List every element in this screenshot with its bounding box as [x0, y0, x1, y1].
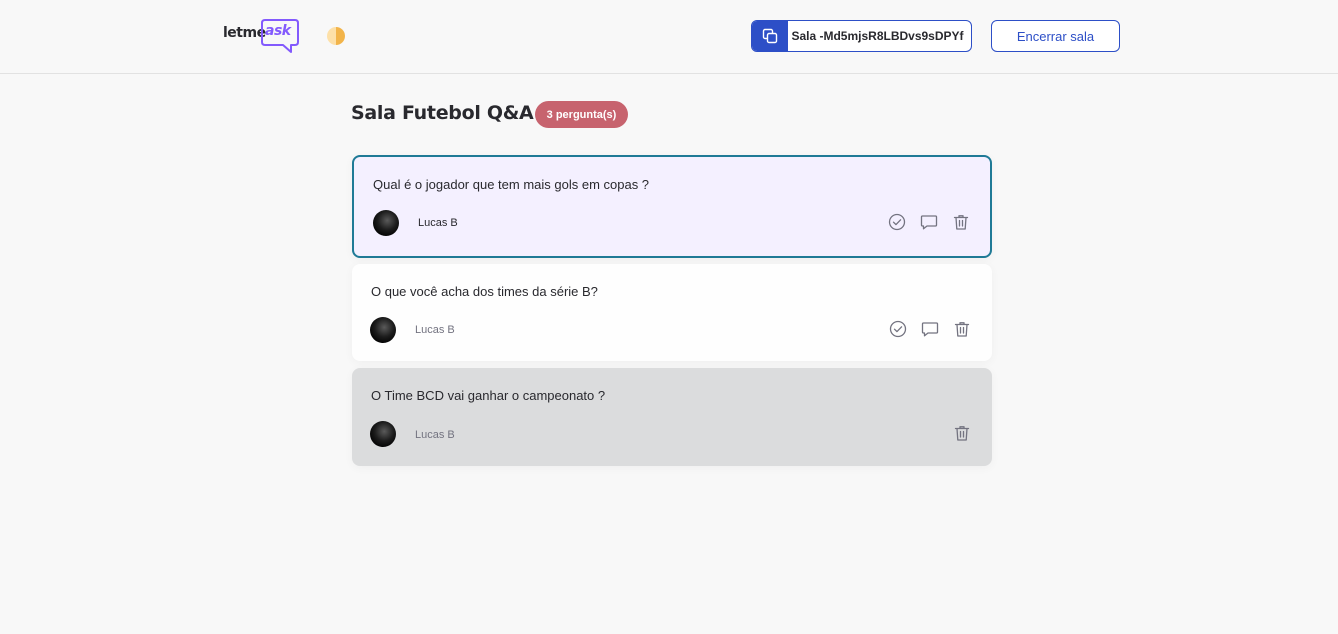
logo-text-ask: ask [265, 23, 291, 39]
page-title: Sala Futebol Q&A [351, 102, 534, 124]
question-text: O que você acha dos times da série B? [371, 284, 598, 299]
check-circle-icon[interactable] [887, 212, 907, 232]
question-author: Lucas B [415, 429, 455, 441]
copy-icon[interactable] [752, 21, 788, 51]
trash-icon[interactable] [951, 212, 971, 232]
question-author: Lucas B [418, 217, 458, 229]
question-count-badge: 3 pergunta(s) [535, 101, 628, 128]
close-room-button[interactable]: Encerrar sala [991, 20, 1120, 52]
trash-icon[interactable] [952, 423, 972, 443]
theme-toggle-half-moon-icon[interactable] [327, 27, 345, 45]
trash-icon[interactable] [952, 319, 972, 339]
question-card: O Time BCD vai ganhar o campeonato ? Luc… [352, 368, 992, 466]
check-circle-icon[interactable] [888, 319, 908, 339]
room-code-text: Sala -Md5mjsR8LBDvs9sDPYf [791, 29, 964, 43]
avatar [373, 210, 399, 236]
question-card: O que você acha dos times da série B? Lu… [352, 264, 992, 361]
logo: letme ask [223, 17, 301, 55]
question-author: Lucas B [415, 324, 455, 336]
chat-bubble-icon[interactable] [920, 319, 940, 339]
app-header: letme ask Sala -Md5mjsR8LBDvs9sDPYf Ence… [0, 0, 1338, 74]
room-code-button[interactable]: Sala -Md5mjsR8LBDvs9sDPYf [751, 20, 972, 52]
avatar [370, 317, 396, 343]
question-card: Qual é o jogador que tem mais gols em co… [352, 155, 992, 258]
avatar [370, 421, 396, 447]
question-text: Qual é o jogador que tem mais gols em co… [373, 177, 650, 192]
question-text: O Time BCD vai ganhar o campeonato ? [371, 388, 606, 403]
chat-bubble-icon[interactable] [919, 212, 939, 232]
logo-text-letme: letme [223, 25, 266, 41]
